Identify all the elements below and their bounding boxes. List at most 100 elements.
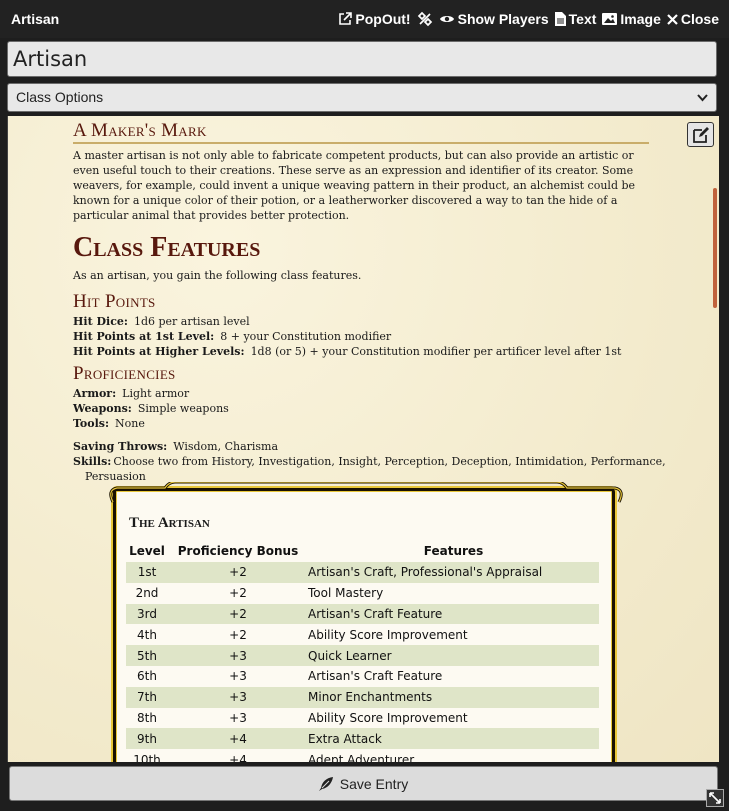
close-icon	[667, 13, 678, 25]
features-cell: Adept Adventurer	[308, 752, 415, 762]
tools-value: None	[115, 417, 145, 430]
column-header-features: Features	[423, 544, 484, 558]
feather-icon	[318, 776, 333, 791]
table-ornament-frame	[109, 482, 623, 503]
table-row: 7th +3 Minor Enchantments	[126, 686, 599, 708]
tools-row: Tools: None	[73, 416, 145, 431]
table-row: 1st +2 Artisan's Craft, Professional's App…	[126, 562, 599, 583]
hp-first-label: Hit Points at 1st Level:	[73, 330, 215, 343]
window-titlebar[interactable]: Artisan PopOut! Show Players Text Image …	[0, 0, 729, 38]
close-button[interactable]: Close	[667, 11, 719, 27]
features-cell: Artisan's Craft Feature	[308, 603, 599, 625]
features-cell: Ability Score Improvement	[308, 710, 468, 725]
hp-higher-value: 1d8 (or 5) + your Constitution modifier …	[250, 345, 622, 358]
bonus-cell: +3	[168, 645, 308, 666]
text-button[interactable]: Text	[554, 11, 597, 27]
weapons-label: Weapons:	[73, 402, 132, 415]
features-cell: Ability Score Improvement	[308, 627, 468, 642]
edit-icon	[692, 126, 709, 143]
hp-higher-row: Hit Points at Higher Levels: 1d8 (or 5) +…	[73, 344, 621, 359]
tools-label: Tools:	[73, 417, 110, 430]
features-cell: Quick Learner	[308, 645, 599, 666]
column-header-proficiency: Proficiency Bonus	[177, 544, 299, 558]
hp-higher-label: Hit Points at Higher Levels:	[73, 345, 245, 358]
window-actions: PopOut! Show Players Text Image Close	[338, 11, 719, 27]
window-title: Artisan	[11, 11, 60, 27]
class-features-intro: As an artisan, you gain the following cl…	[73, 269, 362, 282]
resize-handle[interactable]	[706, 789, 724, 807]
table-row: 3rd +2 Artisan's Craft Feature	[126, 603, 599, 625]
proficiencies-heading: Proficiencies	[73, 363, 176, 384]
weapons-row: Weapons: Simple weapons	[73, 401, 229, 416]
armor-row: Armor: Light armor	[73, 386, 189, 401]
entry-name-input[interactable]: Artisan	[7, 41, 717, 77]
level-cell: 3rd	[126, 603, 168, 625]
table-row: 10th +4 Adept Adventurer	[126, 749, 599, 762]
features-cell: Artisan's Craft, Professional's Appraisa…	[308, 562, 599, 583]
table-row: 2nd +2 Tool Mastery	[126, 583, 599, 604]
eye-icon	[439, 16, 454, 22]
class-table: Level Proficiency Bonus Features 1st +2 Ar…	[126, 540, 599, 762]
features-cell: Artisan's Craft Feature	[308, 669, 443, 684]
edit-button[interactable]	[687, 122, 714, 147]
weapons-value: Simple weapons	[137, 402, 229, 415]
makers-mark-heading: A Maker's Mark	[73, 120, 649, 144]
resize-icon	[709, 792, 721, 804]
category-select[interactable]: Class Options	[7, 83, 717, 112]
level-cell: 6th	[137, 669, 157, 684]
bonus-cell: +3	[229, 710, 247, 725]
level-cell: 8th	[137, 710, 157, 725]
text-file-icon	[554, 12, 566, 26]
text-label: Text	[568, 11, 597, 27]
unlink-button[interactable]	[417, 11, 433, 27]
table-header-row: Level Proficiency Bonus Features	[126, 540, 599, 562]
popout-button[interactable]: PopOut!	[338, 11, 411, 27]
hp-first-value: 8 + your Constitution modifier	[220, 330, 392, 343]
document-content[interactable]: A Maker's Mark A master artisan is not o…	[7, 116, 719, 762]
level-cell: 4th	[137, 627, 157, 642]
show-players-button[interactable]: Show Players	[439, 11, 549, 27]
chevron-down-icon	[697, 93, 708, 101]
save-entry-label: Save Entry	[339, 775, 409, 792]
image-button[interactable]: Image	[602, 11, 661, 27]
table-row: 9th +4 Extra Attack	[126, 728, 599, 750]
features-cell: Minor Enchantments	[308, 686, 599, 708]
bonus-cell: +3	[168, 686, 308, 708]
bonus-cell: +4	[168, 728, 308, 750]
level-cell: 9th	[126, 728, 168, 750]
image-icon	[602, 13, 618, 25]
level-cell: 2nd	[135, 586, 159, 601]
skills-label: Skills:	[73, 455, 112, 468]
scrollbar-thumb[interactable]	[713, 188, 717, 308]
hit-dice-label: Hit Dice:	[73, 315, 128, 328]
popout-icon	[339, 12, 353, 25]
bonus-cell: +2	[168, 603, 308, 625]
close-label: Close	[680, 11, 719, 27]
skills-row: Skills: Choose two from History, Investig…	[73, 454, 666, 469]
level-cell: 1st	[126, 562, 168, 583]
saving-throws-value: Wisdom, Charisma	[173, 440, 279, 453]
class-table-card: The Artisan Level Proficiency Bonus Feat…	[109, 482, 623, 762]
popout-label: PopOut!	[355, 11, 411, 27]
level-cell: 7th	[126, 686, 168, 708]
features-cell: Extra Attack	[308, 728, 599, 750]
armor-value: Light armor	[122, 387, 190, 400]
column-header-level: Level	[129, 544, 165, 558]
makers-mark-text: A master artisan is not only able to fab…	[73, 149, 636, 222]
saving-throws-label: Saving Throws:	[73, 440, 168, 453]
unlink-icon	[417, 11, 432, 27]
table-row: 4th +2 Ability Score Improvement	[126, 624, 599, 645]
image-label: Image	[620, 11, 661, 27]
table-row: 8th +3 Ability Score Improvement	[126, 708, 599, 729]
save-entry-button[interactable]: Save Entry	[9, 766, 718, 801]
show-players-label: Show Players	[457, 11, 549, 27]
class-table-title: The Artisan	[129, 515, 210, 531]
bonus-cell: +3	[229, 669, 247, 684]
hit-dice-value: 1d6 per artisan level	[133, 315, 250, 328]
level-cell: 5th	[126, 645, 168, 666]
skills-value: Choose two from History, Investigation, …	[113, 455, 666, 468]
features-cell: Tool Mastery	[308, 586, 384, 601]
table-row: 6th +3 Artisan's Craft Feature	[126, 666, 599, 687]
level-cell: 10th	[133, 752, 161, 762]
table-row: 5th +3 Quick Learner	[126, 645, 599, 666]
